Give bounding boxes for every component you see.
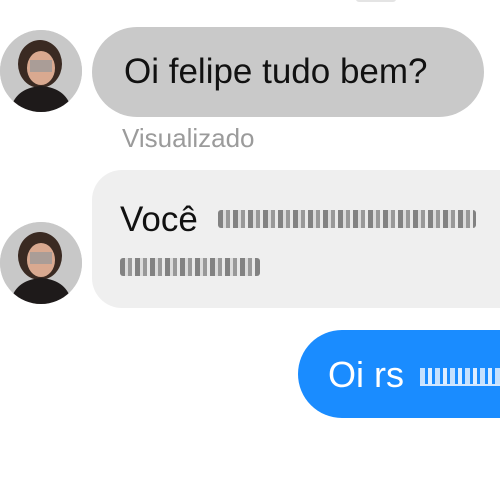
message-bubble-incoming[interactable]: Oi felipe tudo bem?	[92, 27, 484, 117]
redacted-text-line	[420, 368, 500, 386]
redacted-text-line	[120, 258, 260, 276]
contact-avatar[interactable]	[0, 30, 82, 112]
message-text: Oi rs	[328, 354, 404, 395]
redacted-text-line	[218, 210, 476, 228]
avatar-photo-icon	[0, 222, 82, 304]
message-text: Você	[120, 200, 198, 239]
avatar-photo-icon	[0, 30, 82, 112]
message-bubble-incoming[interactable]: Você	[92, 170, 500, 308]
message-text: Oi felipe tudo bem?	[124, 52, 428, 91]
message-bubble-outgoing[interactable]: Oi rs	[298, 330, 500, 418]
contact-avatar[interactable]	[0, 222, 82, 304]
chat-screen: Oi felipe tudo bem? Visualizado Você Oi …	[0, 0, 500, 500]
seen-status-label: Visualizado	[122, 123, 255, 153]
top-edge-fragment	[356, 0, 396, 2]
